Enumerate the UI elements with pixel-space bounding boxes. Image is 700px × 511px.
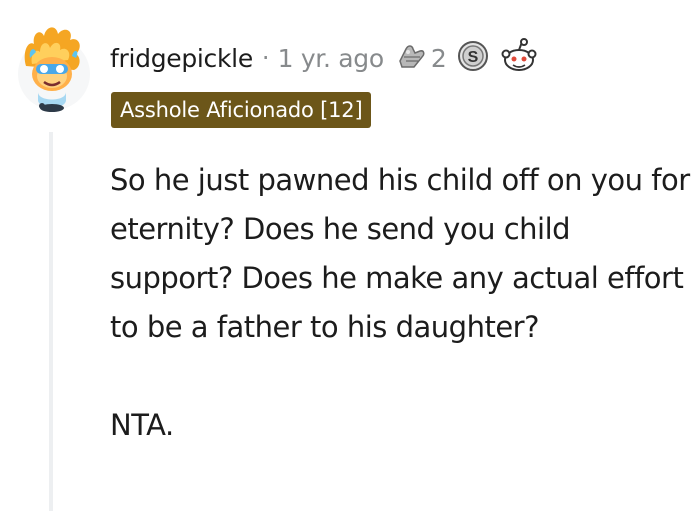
svg-text:S: S (467, 49, 478, 66)
snoo-award-image (501, 38, 537, 71)
separator-dot: · (261, 44, 270, 72)
snoo-award-icon[interactable] (499, 38, 539, 78)
user-avatar[interactable] (16, 22, 92, 118)
avatar-image (18, 27, 90, 112)
user-flair: Asshole Aficionado [12] (111, 92, 372, 128)
comment-paragraph: So he just pawned his child off on you f… (110, 163, 690, 344)
comment-header: fridgepickle · 1 yr. ago 2 S (110, 38, 539, 78)
helpful-award-image (399, 45, 425, 68)
thread-line[interactable] (49, 132, 53, 511)
silver-award-image: S (457, 41, 488, 71)
username-link[interactable]: fridgepickle (110, 44, 253, 73)
comment-paragraph: NTA. (110, 408, 174, 442)
timestamp-link[interactable]: 1 yr. ago (278, 44, 385, 73)
award-count: 2 (430, 43, 447, 73)
comment: fridgepickle · 1 yr. ago 2 S Asshole Afi… (0, 0, 700, 511)
comment-body: So he just pawned his child off on you f… (110, 156, 696, 450)
helpful-award-icon[interactable] (394, 39, 428, 77)
silver-award-icon[interactable]: S (457, 40, 489, 76)
